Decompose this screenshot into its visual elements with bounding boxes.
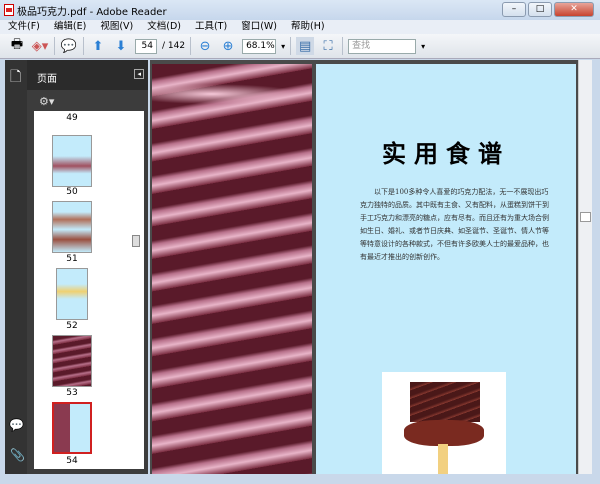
divider	[83, 37, 84, 55]
menu-view[interactable]: 视图(V)	[100, 20, 133, 34]
thumbnail-page-54-selected[interactable]	[52, 402, 92, 454]
toolbar: 🖶 ◈▾ 💬 ⬆ ⬇ 54 / 142 ⊖ ⊕ 68.1% ▾ ▤ ⛶ 查找 ▾	[0, 34, 600, 59]
menu-tools[interactable]: 工具(T)	[195, 20, 227, 34]
thumbnail-label: 50	[66, 187, 78, 197]
panel-header: 页面 ◂	[27, 60, 148, 90]
page-body-text: 以下是100多种令人喜爱的巧克力配法，无一不展现出巧克力独特的品质。其中既有主食…	[360, 188, 549, 261]
share-icon[interactable]: ◈▾	[31, 37, 49, 55]
comments-icon[interactable]: 💬	[9, 418, 24, 432]
divider	[342, 37, 344, 55]
chocolate-dessert-photo	[382, 372, 506, 474]
page-total: / 142	[162, 41, 186, 51]
thumbnail-label: 51	[66, 254, 78, 264]
divider	[54, 37, 55, 55]
minimize-button[interactable]: –	[502, 2, 526, 17]
thumbnail-label: 49	[66, 113, 78, 123]
menu-help[interactable]: 帮助(H)	[291, 20, 325, 34]
collapse-panel-button[interactable]: ◂	[134, 69, 144, 79]
search-dropdown-icon[interactable]: ▾	[421, 42, 425, 51]
print-icon[interactable]: 🖶	[8, 37, 26, 55]
divider	[290, 37, 292, 55]
menu-file[interactable]: 文件(F)	[8, 20, 40, 34]
chocolate-photo	[152, 64, 312, 474]
thumbnail-page-53[interactable]	[52, 335, 92, 387]
thumbnail-page-51[interactable]	[52, 201, 92, 253]
zoom-in-icon[interactable]: ⊕	[219, 37, 237, 55]
prev-page-icon[interactable]: ⬆	[89, 37, 107, 55]
menu-bar: 文件(F) 编辑(E) 视图(V) 文档(D) 工具(T) 窗口(W) 帮助(H…	[0, 20, 600, 34]
comment-icon[interactable]: 💬	[60, 37, 78, 55]
divider	[190, 37, 192, 55]
panel-resize-handle[interactable]	[132, 235, 140, 247]
thumbnail-label: 52	[66, 321, 78, 331]
thumbnail-list[interactable]: 49 50 51 52 53 54	[34, 111, 144, 469]
search-input[interactable]: 查找	[348, 38, 417, 54]
pdf-icon	[4, 4, 14, 16]
close-button[interactable]: ✕	[554, 2, 594, 17]
menu-edit[interactable]: 编辑(E)	[54, 20, 86, 34]
title-bar: 极品巧克力.pdf - Adobe Reader – □ ✕	[0, 0, 600, 20]
zoom-input[interactable]: 68.1%	[242, 38, 277, 54]
fit-width-icon[interactable]: ▤	[296, 37, 315, 55]
maximize-button[interactable]: □	[528, 2, 552, 17]
thumbnail-label: 54	[66, 456, 78, 466]
window-title: 极品巧克力.pdf - Adobe Reader	[17, 6, 167, 18]
page-number-input[interactable]: 54	[135, 38, 157, 54]
page-heading: 实用食谱	[382, 139, 510, 168]
thumbnail-page-50[interactable]	[52, 135, 92, 187]
pdf-page: 实用食谱 以下是100多种令人喜爱的巧克力配法，无一不展现出巧克力独特的品质。其…	[316, 64, 576, 474]
menu-document[interactable]: 文档(D)	[147, 20, 181, 34]
zoom-dropdown-icon[interactable]: ▾	[281, 42, 285, 51]
thumbnail-page-52[interactable]	[56, 268, 88, 320]
full-screen-icon[interactable]: ⛶	[319, 37, 337, 55]
zoom-out-icon[interactable]: ⊖	[196, 37, 214, 55]
panel-title: 页面	[37, 74, 57, 85]
pages-icon[interactable]: 🗋	[10, 66, 21, 90]
vertical-scrollbar[interactable]	[578, 60, 592, 474]
scroll-thumb[interactable]	[580, 212, 591, 222]
menu-window[interactable]: 窗口(W)	[241, 20, 277, 34]
document-view: 实用食谱 以下是100多种令人喜爱的巧克力配法，无一不展现出巧克力独特的品质。其…	[150, 60, 578, 474]
thumbnail-label: 53	[66, 388, 78, 398]
pages-panel: 🗋 💬 📎 页面 ◂ ⚙▾ 49 50 51 52 53 54	[5, 60, 148, 474]
options-icon[interactable]: ⚙▾	[39, 95, 54, 108]
panel-sidebar: 🗋 💬 📎	[5, 60, 27, 474]
attachments-icon[interactable]: 📎	[10, 448, 25, 462]
next-page-icon[interactable]: ⬇	[112, 37, 130, 55]
